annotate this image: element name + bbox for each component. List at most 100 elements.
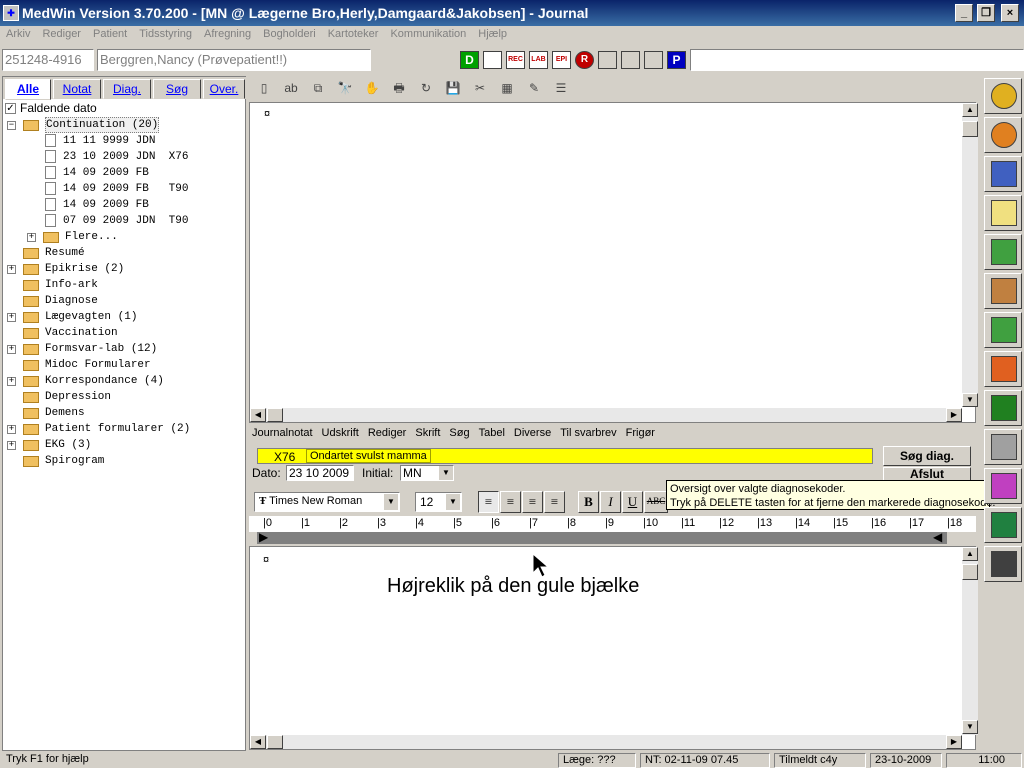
tree-item[interactable]: 14 09 2009 FB <box>3 197 247 213</box>
note-menu-diverse[interactable]: Diverse <box>511 426 557 439</box>
editor-tool-icon[interactable]: ✋ <box>361 78 383 100</box>
tree-item[interactable]: Vaccination <box>3 325 247 341</box>
scroll-up-icon[interactable]: ▲ <box>962 547 978 561</box>
tree-item[interactable]: + Formsvar-lab (12) <box>3 341 247 357</box>
expand-icon[interactable]: + <box>7 425 16 434</box>
expand-icon[interactable]: + <box>7 377 16 386</box>
tree-item[interactable]: + EKG (3) <box>3 437 247 453</box>
scroll-down-icon[interactable]: ▼ <box>962 393 978 407</box>
tree-item[interactable]: + Korrespondance (4) <box>3 373 247 389</box>
cpr-field[interactable]: 251248-4916 <box>2 49 94 71</box>
menu-tidsstyring[interactable]: Tidsstyring <box>133 26 198 42</box>
chevron-down-icon[interactable]: ▼ <box>384 494 398 510</box>
journal-view[interactable]: ¤ ▲ ▼ ◀ ▶ <box>249 102 978 423</box>
editor-tool-icon[interactable]: ▯ <box>253 78 275 100</box>
note-menu-soeg[interactable]: Søg <box>446 426 475 439</box>
top-horizontal-scrollbar[interactable]: ◀ ▶ <box>250 408 962 422</box>
restore-button[interactable]: ❐ <box>977 4 995 22</box>
close-window-button[interactable]: × <box>1001 4 1019 22</box>
right-toolbar-button[interactable] <box>984 78 1022 114</box>
menu-kommunikation[interactable]: Kommunikation <box>384 26 472 42</box>
right-toolbar-button[interactable] <box>984 546 1022 582</box>
menu-bogholderi[interactable]: Bogholderi <box>257 26 322 42</box>
toolbar-icon-d[interactable]: D <box>460 51 479 69</box>
tab-notat[interactable]: Notat <box>53 79 101 99</box>
scroll-left-icon[interactable]: ◀ <box>250 735 266 749</box>
collapse-icon[interactable]: − <box>7 121 16 130</box>
scroll-down-icon[interactable]: ▼ <box>962 720 978 734</box>
tab-alle[interactable]: Alle <box>5 79 51 100</box>
align-right-button[interactable]: ≡ <box>522 491 543 513</box>
tree-item[interactable]: + Patient formularer (2) <box>3 421 247 437</box>
align-left-button[interactable]: ≡ <box>478 491 499 513</box>
editor-tool-icon[interactable]: 🔭 <box>334 78 356 100</box>
editor-tool-icon[interactable]: ab <box>280 78 302 100</box>
top-vertical-scrollbar[interactable]: ▲ ▼ <box>962 103 978 407</box>
menu-rediger[interactable]: Rediger <box>36 26 87 42</box>
expand-icon[interactable]: + <box>27 233 36 242</box>
expand-icon[interactable]: + <box>7 441 16 450</box>
menu-patient[interactable]: Patient <box>87 26 133 42</box>
editor-tool-icon[interactable]: ⧉ <box>307 78 329 100</box>
tree-item[interactable]: 11 11 9999 JDN <box>3 133 247 149</box>
bottom-vertical-scrollbar[interactable]: ▲ ▼ <box>962 547 978 735</box>
menu-kartoteker[interactable]: Kartoteker <box>322 26 385 42</box>
editor-tool-icon[interactable]: 🖶 <box>388 78 410 100</box>
tree-item[interactable]: Resumé <box>3 245 247 261</box>
tree-item[interactable]: Demens <box>3 405 247 421</box>
expand-icon[interactable]: + <box>7 313 16 322</box>
patient-name-field[interactable]: Berggren,Nancy (Prøvepatient!!) <box>97 49 371 71</box>
menu-arkiv[interactable]: Arkiv <box>0 26 36 42</box>
scroll-thumb[interactable] <box>962 564 978 580</box>
diagnosis-text[interactable]: Ondartet svulst mamma <box>306 449 431 463</box>
initial-field[interactable]: MN ▼ <box>400 465 454 481</box>
date-field[interactable]: 23 10 2009 <box>286 465 354 481</box>
minimize-button[interactable]: _ <box>955 4 973 22</box>
tree-item[interactable]: Midoc Formularer <box>3 357 247 373</box>
sort-descending-row[interactable]: ✓ Faldende dato <box>5 101 97 117</box>
toolbar-icon-rec[interactable]: REC <box>506 51 525 69</box>
note-menu-tabel[interactable]: Tabel <box>476 426 511 439</box>
toolbar-icon-6[interactable] <box>598 51 617 69</box>
chevron-down-icon[interactable]: ▼ <box>439 466 453 480</box>
right-toolbar-button[interactable] <box>984 273 1022 309</box>
underline-button[interactable]: U <box>622 491 643 513</box>
font-size-select[interactable]: 12 ▼ <box>415 492 462 512</box>
right-toolbar-button[interactable] <box>984 468 1022 504</box>
tree-item[interactable]: Spirogram <box>3 453 247 469</box>
left-indent-icon[interactable]: ▶ <box>259 530 268 544</box>
chevron-down-icon[interactable]: ▼ <box>446 494 460 510</box>
right-toolbar-button[interactable] <box>984 195 1022 231</box>
tab-diag[interactable]: Diag. <box>103 79 151 99</box>
menu-hjaelp[interactable]: Hjælp <box>472 26 513 42</box>
search-diagnosis-button[interactable]: Søg diag. <box>883 446 971 466</box>
justify-button[interactable]: ≡ <box>544 491 565 513</box>
tree-item[interactable]: Depression <box>3 389 247 405</box>
right-toolbar-button[interactable] <box>984 156 1022 192</box>
scroll-right-icon[interactable]: ▶ <box>946 735 962 749</box>
sort-checkbox[interactable]: ✓ <box>5 103 16 115</box>
note-menu-skrift[interactable]: Skrift <box>412 426 446 439</box>
scroll-thumb[interactable] <box>962 121 978 137</box>
tree-item[interactable]: − Continuation (20) <box>3 117 247 133</box>
bottom-horizontal-scrollbar[interactable]: ◀ ▶ <box>250 735 962 749</box>
tab-soeg[interactable]: Søg <box>153 79 201 99</box>
close-note-button[interactable]: Afslut <box>883 467 971 481</box>
toolbar-icon-r[interactable]: R <box>575 51 594 69</box>
hscroll-thumb[interactable] <box>267 735 283 749</box>
expand-icon[interactable]: + <box>7 265 16 274</box>
toolbar-icon-8[interactable] <box>644 51 663 69</box>
note-menu-frigoer[interactable]: Frigør <box>623 426 661 439</box>
editor-tool-icon[interactable]: 💾 <box>442 78 464 100</box>
align-center-button[interactable]: ≡ <box>500 491 521 513</box>
right-toolbar-button[interactable] <box>984 312 1022 348</box>
right-indent-icon[interactable]: ◀ <box>933 530 942 544</box>
tree-item[interactable]: Info-ark <box>3 277 247 293</box>
note-menu-rediger[interactable]: Rediger <box>365 426 413 439</box>
right-toolbar-button[interactable] <box>984 117 1022 153</box>
right-toolbar-button[interactable] <box>984 507 1022 543</box>
tree-item[interactable]: 23 10 2009 JDN X76 <box>3 149 247 165</box>
bold-button[interactable]: B <box>578 491 599 513</box>
toolbar-icon-epi[interactable]: EPI <box>552 51 571 69</box>
editor-tool-icon[interactable]: ✎ <box>523 78 545 100</box>
